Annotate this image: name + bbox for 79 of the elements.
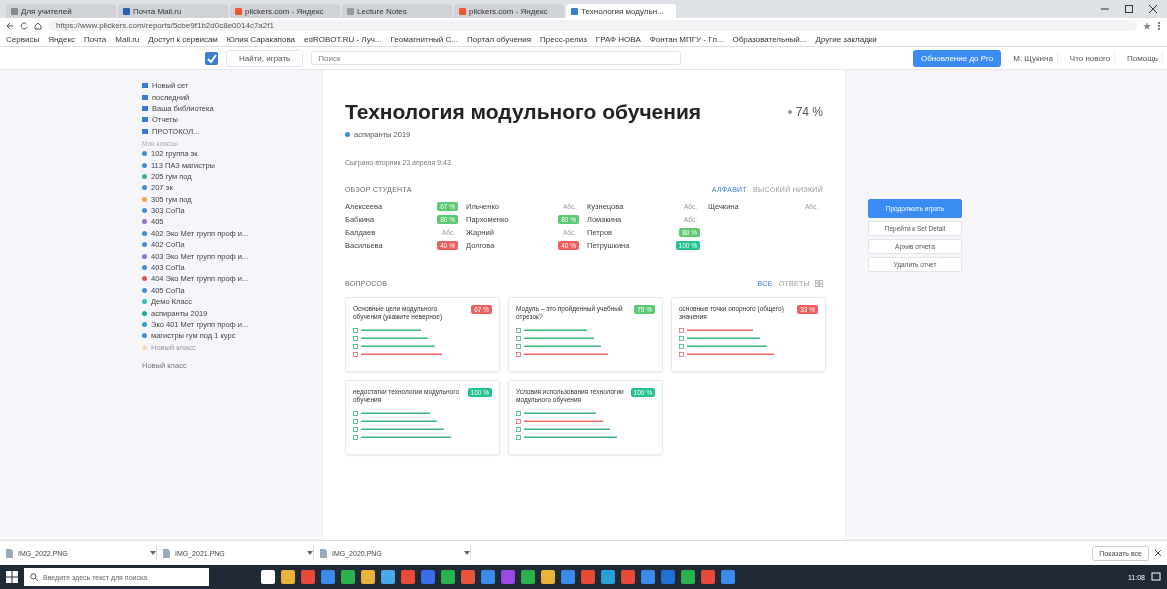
app-icon[interactable] — [561, 570, 575, 584]
menu-icon[interactable] — [1157, 21, 1161, 30]
bookmark-link[interactable]: ГРАФ НОВА — [595, 35, 641, 44]
app-icon[interactable] — [481, 570, 495, 584]
app-icon[interactable] — [421, 570, 435, 584]
app-icon[interactable] — [701, 570, 715, 584]
app-icon[interactable] — [581, 570, 595, 584]
caret-icon — [307, 551, 313, 555]
app-icon[interactable] — [301, 570, 315, 584]
app-icon[interactable] — [681, 570, 695, 584]
play-button[interactable]: Найти, играть — [226, 49, 304, 67]
app-icon[interactable] — [381, 570, 395, 584]
header-link[interactable]: Что нового — [1065, 50, 1116, 66]
bookmark-link[interactable]: edROBOT.RU - Луч... — [304, 35, 382, 44]
app-icon[interactable] — [341, 570, 355, 584]
bookmark-link[interactable]: Пресс-релиз — [540, 35, 587, 44]
bookmark-link[interactable]: Почта — [84, 35, 107, 44]
file-icon — [163, 548, 170, 558]
app-icon[interactable] — [261, 570, 275, 584]
app-icon[interactable] — [521, 570, 535, 584]
app-icon[interactable] — [721, 570, 735, 584]
search-icon — [30, 573, 38, 581]
star-icon[interactable] — [1143, 21, 1151, 30]
bookmark-link[interactable]: Mail.ru — [115, 35, 140, 44]
favicon-icon — [11, 7, 18, 15]
app-icon[interactable] — [641, 570, 655, 584]
app-icon[interactable] — [281, 570, 295, 584]
bookmark-link[interactable]: Геомагнитный С... — [390, 35, 458, 44]
score-dot-icon — [787, 110, 792, 114]
windows-start-icon[interactable] — [6, 571, 18, 583]
bookmark-link[interactable]: Другие закладки — [815, 35, 877, 44]
favicon-icon — [123, 7, 130, 15]
bookmark-link[interactable]: Фонтан МПГУ - Гл... — [649, 35, 724, 44]
bookmark-link[interactable]: Яндекс — [48, 35, 76, 44]
caret-icon — [464, 551, 470, 555]
app-icon[interactable] — [461, 570, 475, 584]
address-field[interactable]: https://www.plickers.com/reports/5cbe9f1b2d0c8e0014c7a2f1 — [48, 20, 1137, 31]
app-icon[interactable] — [601, 570, 615, 584]
bookmark-link[interactable]: Доступ к сервисам — [148, 35, 218, 44]
browser-tab[interactable]: plickers.com - Яндекс — [230, 4, 340, 18]
search-field[interactable]: Поиск — [311, 51, 682, 65]
favicon-icon — [235, 7, 242, 15]
app-icon[interactable] — [441, 570, 455, 584]
file-icon — [6, 548, 13, 558]
browser-tab[interactable]: Почта Mail.ru — [118, 4, 228, 18]
minimize-icon[interactable] — [1101, 5, 1109, 13]
bookmark-link[interactable]: Портал обучения — [466, 35, 532, 44]
grid-view-icon[interactable] — [815, 280, 823, 287]
app-icon[interactable] — [541, 570, 555, 584]
header-link[interactable]: Помощь — [1123, 50, 1163, 66]
back-icon[interactable] — [6, 21, 14, 30]
notification-icon[interactable] — [1151, 572, 1161, 582]
home-icon[interactable] — [34, 21, 42, 30]
bookmark-link[interactable]: Юлия Саракапова — [226, 35, 295, 44]
report-title: Технология модульного обучения — [345, 100, 703, 124]
app-icon[interactable] — [661, 570, 675, 584]
bookmark-link[interactable]: Сервисы — [6, 35, 40, 44]
browser-tab[interactable]: plickers.com - Яндекс — [454, 4, 564, 18]
close-icon[interactable] — [1155, 550, 1161, 556]
favicon-icon — [571, 7, 578, 15]
app-icon[interactable] — [621, 570, 635, 584]
reload-icon[interactable] — [20, 21, 28, 30]
app-icon[interactable] — [401, 570, 415, 584]
app-icon[interactable] — [501, 570, 515, 584]
caret-icon — [150, 551, 156, 555]
checkbox-logo-icon — [205, 51, 218, 65]
browser-tab[interactable]: Для учителей — [6, 4, 116, 18]
bookmark-link[interactable]: Образовательный... — [732, 35, 807, 44]
browser-tab[interactable]: Lecture Notes — [342, 4, 452, 18]
maximize-icon[interactable] — [1125, 5, 1133, 13]
close-icon[interactable] — [1149, 5, 1157, 13]
user-menu[interactable]: М. Щукина — [1009, 50, 1058, 66]
favicon-icon — [347, 7, 354, 15]
app-icon[interactable] — [361, 570, 375, 584]
browser-tab[interactable]: Технология модульн... — [566, 4, 676, 18]
favicon-icon — [459, 7, 466, 15]
score-percent: 74 % — [795, 105, 823, 119]
file-icon — [320, 548, 327, 558]
app-icon[interactable] — [321, 570, 335, 584]
